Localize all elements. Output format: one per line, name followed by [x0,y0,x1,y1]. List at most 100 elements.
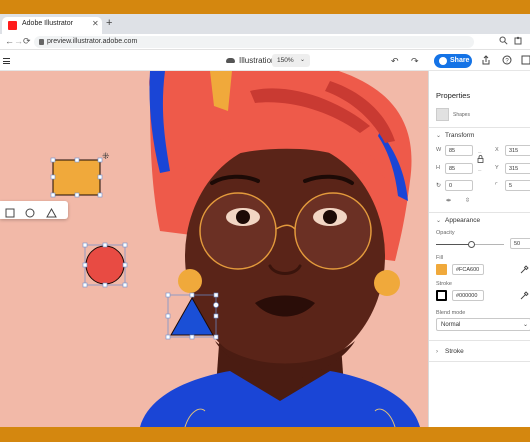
appearance-heading: Appearance [445,217,481,224]
circle-shape[interactable] [85,245,125,285]
x-label: X [495,147,499,153]
app-header: Illustration 150% ⌄ ↶ ↷ Share ? [0,51,530,71]
divider [429,127,530,128]
opacity-field[interactable]: 50 [510,238,530,249]
zoom-value: 150% [277,57,294,64]
earring-right [374,270,400,296]
stroke-hex-field[interactable]: #000000 [452,290,484,301]
x-value: 315 [509,148,519,154]
orange-frame-top [0,0,530,14]
back-icon[interactable]: ← [5,35,14,48]
width-field[interactable]: 85 [445,145,473,156]
fill-hex-field[interactable]: #FCA600 [452,264,484,275]
url-text: preview.illustrator.adobe.com [47,38,138,45]
stroke-swatch[interactable] [436,290,447,301]
fill-swatch[interactable] [436,264,447,275]
blend-mode-label: Blend mode [436,310,466,316]
selection-type-label: Shapes [453,112,470,118]
tab-strip: Adobe Illustrator ✕ + [0,14,530,34]
search-icon[interactable] [499,36,508,49]
corner-radius-widget-icon[interactable] [213,302,219,308]
cloud-icon [226,58,235,63]
selection-thumbnail [436,108,449,121]
pupil-right [323,210,337,224]
earring-left [178,269,202,293]
shape-tools-popover [0,201,68,219]
flip-vertical-icon[interactable]: ⇳ [465,197,470,204]
flip-horizontal-icon[interactable]: ⇹ [446,197,451,204]
rotation-value: 0 [449,183,453,189]
y-value: 315 [509,166,519,172]
forward-icon[interactable]: → [14,35,23,48]
section-transform[interactable]: ⌄ Transform [436,132,474,139]
puzzle-extension-icon[interactable] [514,36,523,49]
redo-icon[interactable]: ↷ [411,55,419,67]
blend-mode-dropdown[interactable]: Normal ⌄ [436,318,530,331]
document-name: Illustration [239,56,276,65]
polygon-tool-icon[interactable] [46,205,57,223]
rotate-icon: ↻ [436,183,442,189]
pupil-left [236,210,250,224]
browser-window: Adobe Illustrator ✕ + ← → ⟳ preview.illu… [0,14,530,427]
export-icon[interactable] [481,55,491,69]
ellipse-tool-icon[interactable] [25,205,35,223]
stroke-heading: Stroke [445,348,464,355]
width-value: 85 [449,148,456,154]
divider [429,212,530,213]
url-field[interactable]: preview.illustrator.adobe.com [34,36,474,48]
divider [429,361,530,362]
new-tab-button[interactable]: + [106,16,112,30]
tab-close-icon[interactable]: ✕ [92,19,99,29]
divider [429,340,530,341]
height-value: 85 [449,166,456,172]
glasses-lens-right [294,192,372,270]
x-field[interactable]: 315 [505,145,530,156]
link-dash-icon: – [478,168,482,174]
chevron-right-icon: › [436,349,438,355]
y-field[interactable]: 315 [505,163,530,174]
height-label: H [436,165,440,171]
section-stroke[interactable]: › Stroke [436,348,464,355]
browser-tab[interactable]: Adobe Illustrator ✕ [2,17,102,34]
stroke-hex-value: #000000 [456,293,478,299]
opacity-label: Opacity [436,230,455,236]
rotate-cursor-icon: ⁜ [102,152,110,162]
chevron-down-icon: ⌄ [436,133,442,139]
corner-radius-value: 5 [509,183,513,189]
glasses-lens-left [199,192,277,270]
user-icon [439,57,447,65]
square-shape[interactable] [52,159,101,196]
fill-hex-value: #FCA600 [456,267,480,273]
eyedropper-icon[interactable] [520,291,529,302]
portrait-artwork: ⁜ [0,71,428,427]
properties-panel: Properties Shapes ⌄ Transform W 85 – X 31… [428,71,530,427]
reload-icon[interactable]: ⟳ [23,35,31,48]
menu-icon[interactable] [3,58,10,64]
rectangle-tool-icon[interactable] [5,205,15,223]
constrain-lock-icon[interactable] [477,155,484,165]
rotation-field[interactable]: 0 [445,180,473,191]
y-label: Y [495,165,499,171]
tab-title: Adobe Illustrator [22,20,73,27]
share-button[interactable]: Share [434,54,472,68]
zoom-dropdown[interactable]: 150% ⌄ [272,54,310,67]
eyedropper-icon[interactable] [520,265,529,276]
height-field[interactable]: 85 [445,163,473,174]
document-title[interactable]: Illustration [226,54,275,68]
fill-label: Fill [436,255,444,261]
stroke-label: Stroke [436,281,452,287]
corner-radius-field[interactable]: 5 [505,180,530,191]
undo-icon[interactable]: ↶ [391,55,399,67]
width-label: W [436,147,442,153]
opacity-slider-knob[interactable] [468,241,475,248]
transform-heading: Transform [445,132,475,139]
panels-icon[interactable] [521,55,530,69]
address-bar: ← → ⟳ preview.illustrator.adobe.com [0,34,530,50]
section-appearance[interactable]: ⌄ Appearance [436,217,480,224]
chevron-down-icon: ⌄ [300,57,306,63]
artboard-canvas[interactable]: ⁜ [0,71,428,427]
blend-mode-value: Normal [441,322,461,328]
help-icon[interactable]: ? [502,55,512,69]
orange-frame-bottom [0,427,530,442]
adobe-favicon-icon [8,21,17,30]
